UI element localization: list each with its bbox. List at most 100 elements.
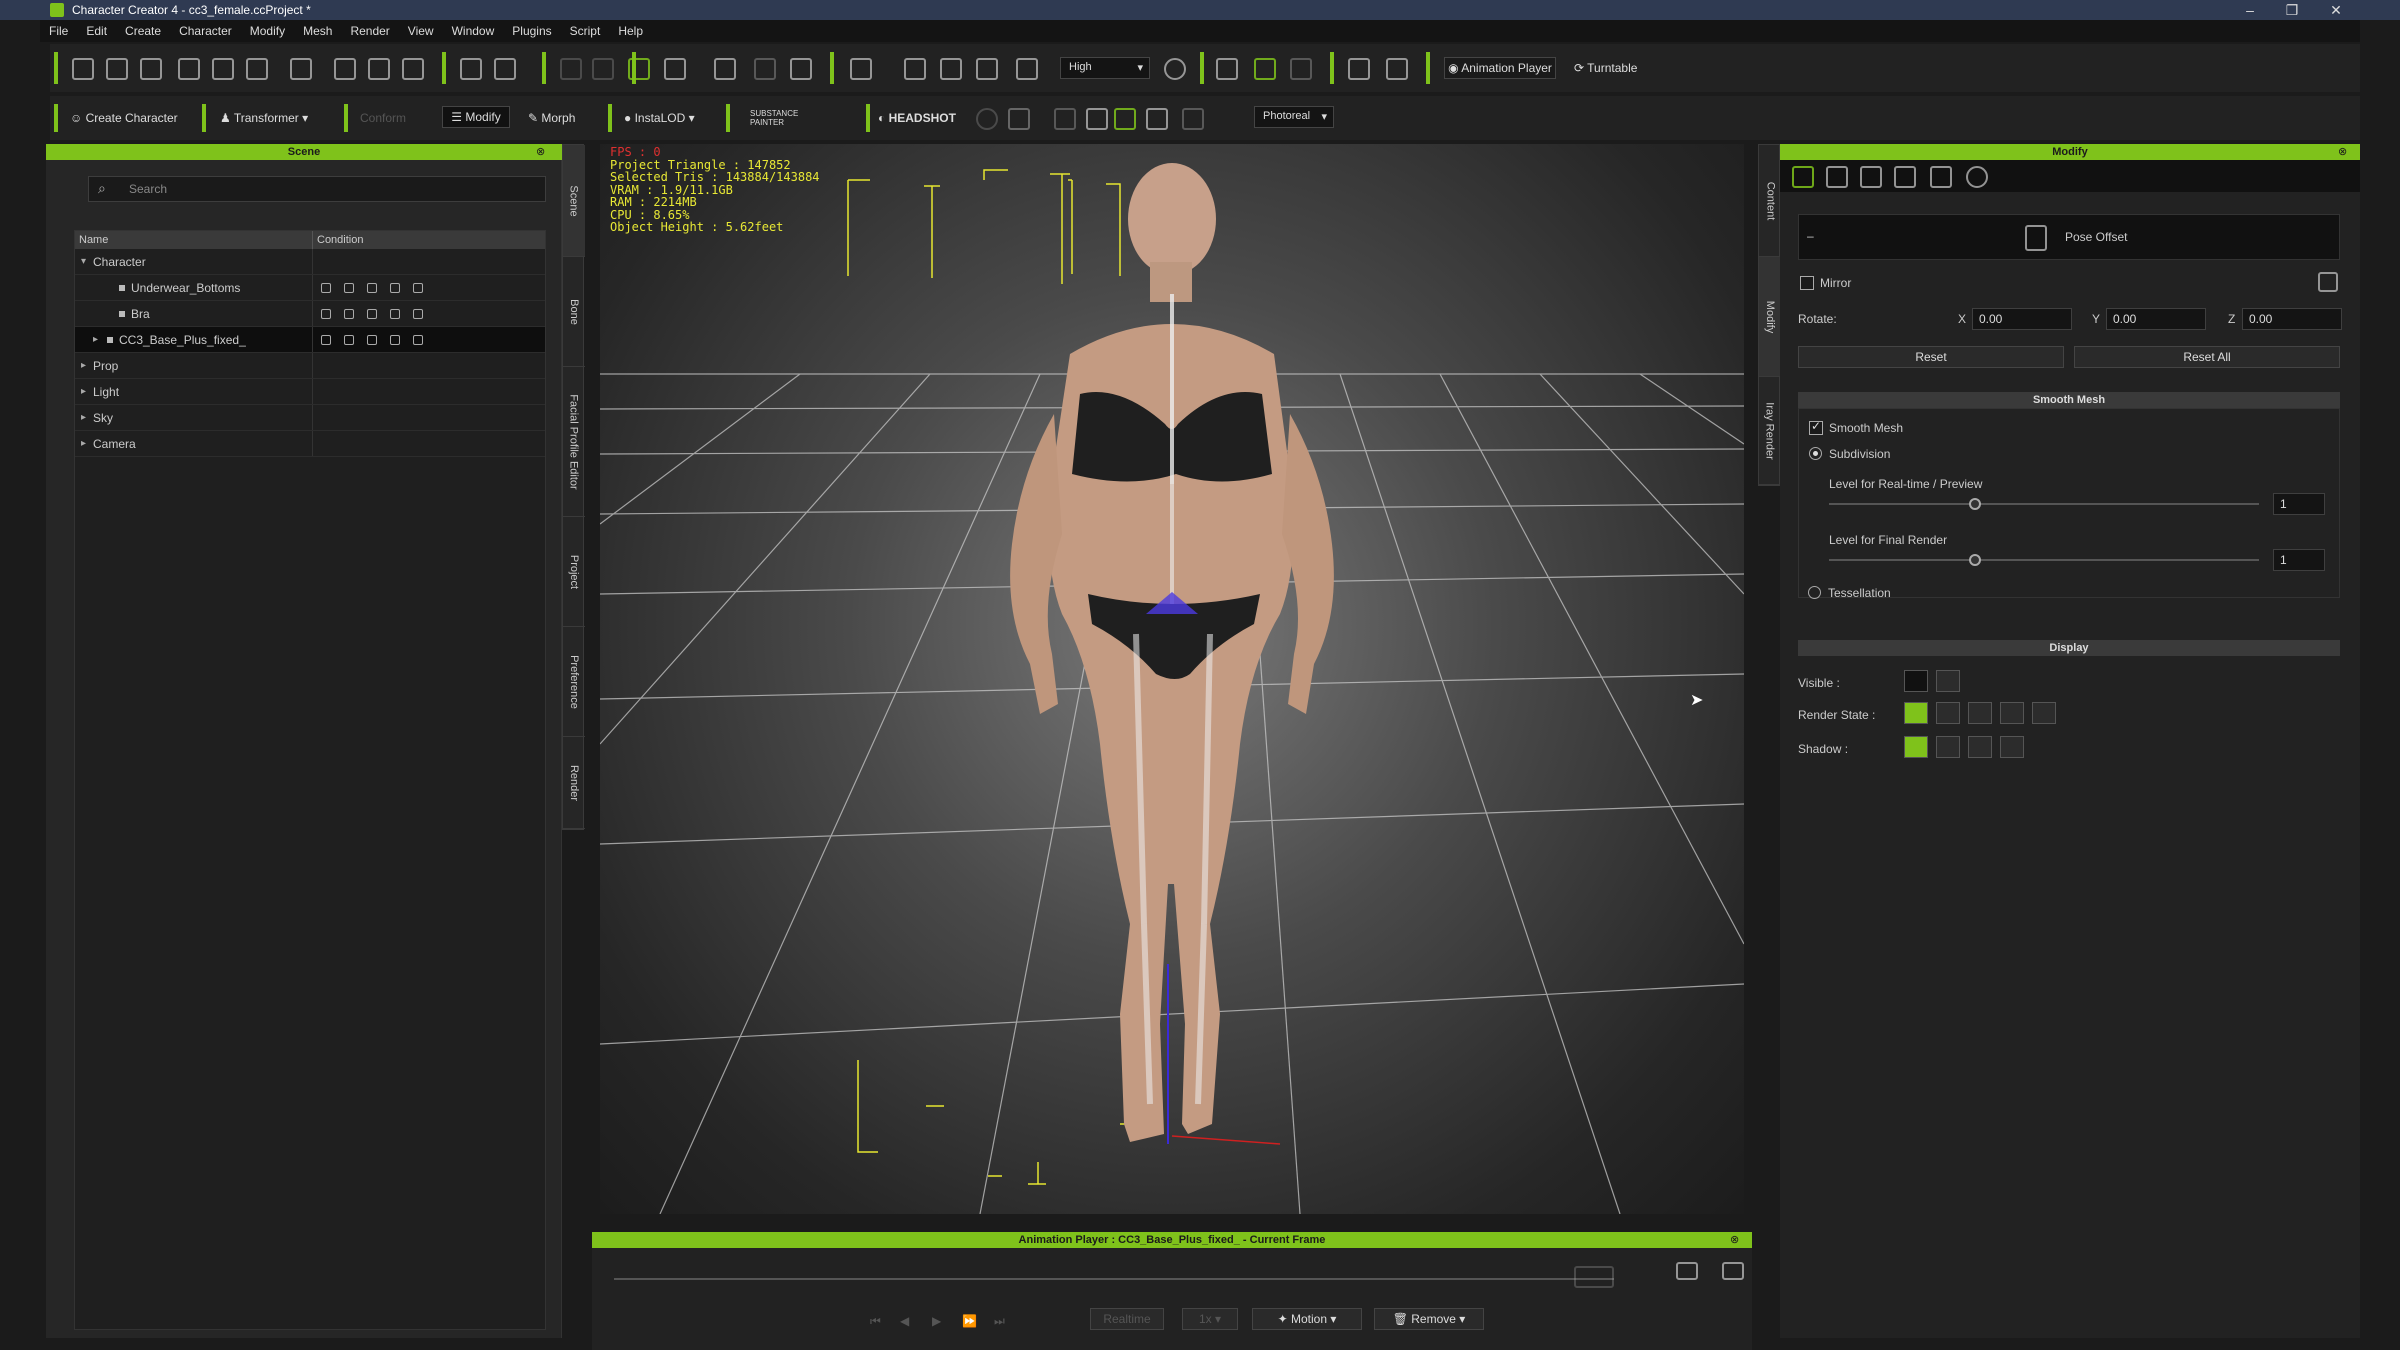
- maximize-button[interactable]: ❐: [2272, 0, 2312, 20]
- tab-iray-render[interactable]: Iray Render: [1759, 377, 1781, 485]
- motion-button[interactable]: ✦ Motion ▾: [1252, 1308, 1362, 1330]
- collision-icon[interactable]: [1290, 58, 1312, 80]
- character-pose-icon[interactable]: [494, 58, 516, 80]
- tree-row[interactable]: ▾ Character: [75, 249, 545, 275]
- frame-field[interactable]: [1574, 1266, 1614, 1288]
- close-button[interactable]: ✕: [2316, 0, 2356, 20]
- search-input[interactable]: Search: [88, 176, 546, 202]
- menu-window[interactable]: Window: [452, 24, 495, 38]
- expand-arrow-icon[interactable]: ▸: [81, 386, 93, 397]
- level-realtime-input[interactable]: 1: [2273, 493, 2325, 515]
- rotate-x-input[interactable]: 0.00: [1972, 308, 2072, 330]
- morph-button[interactable]: ✎ Morph: [528, 111, 575, 125]
- tree-row[interactable]: ▸ Sky: [75, 405, 545, 431]
- render-xray-button[interactable]: [2032, 702, 2056, 724]
- hair-icon[interactable]: [1114, 108, 1136, 130]
- redo-icon[interactable]: [592, 58, 614, 80]
- material-icon[interactable]: [1146, 108, 1168, 130]
- attributes-icon[interactable]: [1792, 166, 1814, 188]
- shadow-cast-button[interactable]: [1936, 736, 1960, 758]
- tree-row[interactable]: Bra: [75, 301, 545, 327]
- turntable-button[interactable]: ⟳ Turntable: [1574, 61, 1637, 75]
- render-smooth-button[interactable]: [1904, 702, 1928, 724]
- visible-off-button[interactable]: [1936, 670, 1960, 692]
- skin-gen-icon[interactable]: [976, 108, 998, 130]
- tree-row[interactable]: ▸ CC3_Base_Plus_fixed_: [75, 327, 545, 353]
- character-settings-icon[interactable]: [1348, 58, 1370, 80]
- render-icon[interactable]: [390, 308, 400, 319]
- go-start-button[interactable]: ⏮: [870, 1314, 881, 1329]
- expand-arrow-icon[interactable]: ▸: [81, 412, 93, 423]
- next-frame-button[interactable]: ⏩: [962, 1314, 977, 1328]
- motion-pose-icon[interactable]: [1826, 166, 1848, 188]
- go-end-button[interactable]: ⏭: [994, 1314, 1005, 1329]
- expand-arrow-icon[interactable]: ▸: [93, 334, 105, 345]
- lock-icon[interactable]: [344, 308, 354, 319]
- fbx-export-icon[interactable]: [290, 58, 312, 80]
- shadow-off-button[interactable]: [2000, 736, 2024, 758]
- expand-arrow-icon[interactable]: ▾: [81, 256, 93, 267]
- level-realtime-slider[interactable]: [1829, 498, 2259, 510]
- tab-facial-profile[interactable]: Facial Profile Editor: [563, 367, 585, 517]
- render-flat-button[interactable]: [1936, 702, 1960, 724]
- transformer-button[interactable]: ♟ Transformer ▾: [220, 111, 308, 125]
- menu-mesh[interactable]: Mesh: [303, 24, 332, 38]
- zoom-icon[interactable]: [1086, 108, 1108, 130]
- link-icon[interactable]: [2318, 272, 2338, 292]
- tab-bone[interactable]: Bone: [563, 257, 585, 367]
- obj-export-icon[interactable]: [246, 58, 268, 80]
- headshot-button[interactable]: ◐ HEADSHOT: [878, 111, 956, 125]
- tree-row[interactable]: ▸ Camera: [75, 431, 545, 457]
- morph-slider-icon[interactable]: [1860, 166, 1882, 188]
- import-icon[interactable]: [178, 58, 200, 80]
- move-icon[interactable]: [664, 58, 686, 80]
- close-icon[interactable]: ⊗: [536, 145, 545, 158]
- menu-help[interactable]: Help: [618, 24, 643, 38]
- menu-file[interactable]: File: [49, 24, 68, 38]
- physics-icon[interactable]: [1254, 58, 1276, 80]
- pose-icon[interactable]: [460, 58, 482, 80]
- rotate-z-input[interactable]: 0.00: [2242, 308, 2342, 330]
- menu-view[interactable]: View: [408, 24, 434, 38]
- expand-arrow-icon[interactable]: ▸: [81, 360, 93, 371]
- detach-icon[interactable]: [1722, 1262, 1744, 1280]
- remove-button[interactable]: 🗑 Remove ▾: [1374, 1308, 1484, 1330]
- smooth-mesh-checkbox[interactable]: ✓: [1809, 419, 1823, 435]
- send-icon[interactable]: [368, 58, 390, 80]
- tree-row[interactable]: Underwear_Bottoms: [75, 275, 545, 301]
- undo-icon[interactable]: [560, 58, 582, 80]
- camera-switch-icon[interactable]: [1676, 1262, 1698, 1280]
- modify-button[interactable]: ☰ Modify: [442, 106, 510, 128]
- tree-row[interactable]: ▸ Light: [75, 379, 545, 405]
- render-box-button[interactable]: [2000, 702, 2024, 724]
- level-final-slider[interactable]: [1829, 554, 2259, 566]
- visibility-eye-icon[interactable]: [321, 308, 331, 319]
- collapse-icon[interactable]: –: [1807, 229, 1814, 243]
- texture-icon[interactable]: [1930, 166, 1952, 188]
- pose-offset-row[interactable]: – Pose Offset: [1798, 214, 2340, 260]
- prev-frame-button[interactable]: ◀: [900, 1314, 909, 1328]
- tab-render[interactable]: Render: [563, 737, 585, 829]
- lock-icon[interactable]: [344, 282, 354, 293]
- close-icon[interactable]: ⊗: [1730, 1233, 1739, 1246]
- menu-script[interactable]: Script: [570, 24, 601, 38]
- rotate-y-input[interactable]: 0.00: [2106, 308, 2206, 330]
- tab-content[interactable]: Content: [1759, 145, 1781, 257]
- 3d-viewport[interactable]: FPS : 0 Project Triangle : 147852 Select…: [600, 144, 1744, 1214]
- home-icon[interactable]: [850, 58, 872, 80]
- export-icon[interactable]: [212, 58, 234, 80]
- menu-create[interactable]: Create: [125, 24, 161, 38]
- conform-button[interactable]: Conform: [360, 111, 406, 125]
- render-icon[interactable]: [402, 58, 424, 80]
- shadow-icon[interactable]: [413, 334, 423, 345]
- menu-render[interactable]: Render: [350, 24, 389, 38]
- dynamics-icon[interactable]: [1216, 58, 1238, 80]
- tab-preference[interactable]: Preference: [563, 627, 585, 737]
- select-icon[interactable]: [628, 58, 650, 80]
- shadow-on-button[interactable]: [1904, 736, 1928, 758]
- shadow-receive-button[interactable]: [1968, 736, 1992, 758]
- visible-on-button[interactable]: [1904, 670, 1928, 692]
- save-icon[interactable]: [140, 58, 162, 80]
- tab-modify[interactable]: Modify: [1759, 257, 1781, 377]
- menu-edit[interactable]: Edit: [86, 24, 107, 38]
